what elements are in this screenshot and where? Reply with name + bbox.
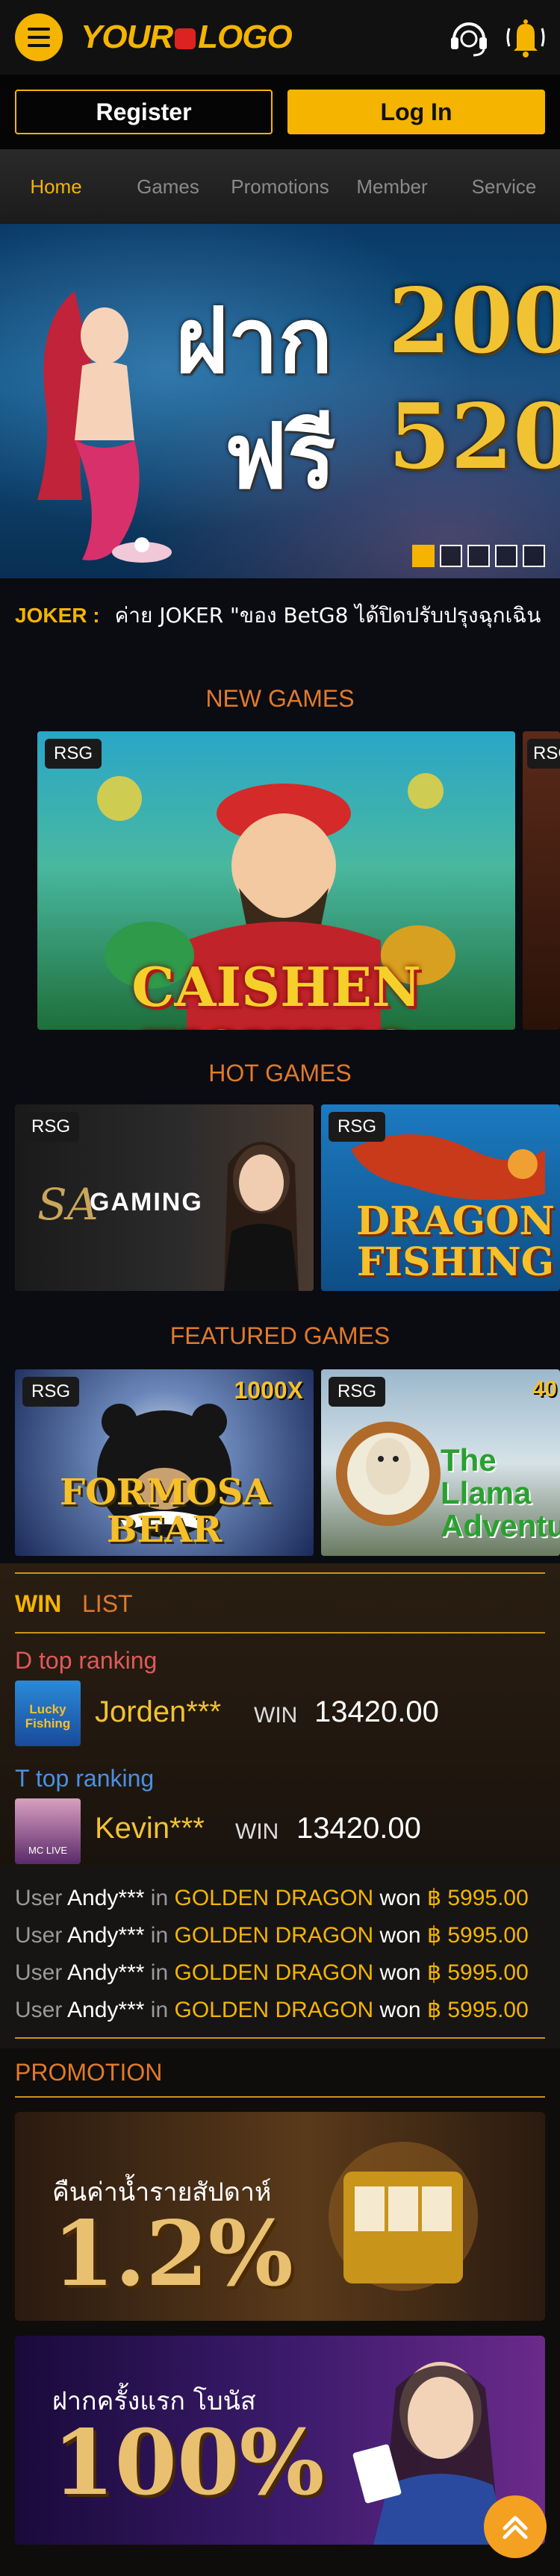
hamburger-menu-icon[interactable]: [15, 13, 63, 61]
nav-games[interactable]: Games: [112, 149, 224, 224]
provider-badge: RSG: [22, 1377, 80, 1407]
login-button[interactable]: Log In: [287, 90, 545, 134]
win-amount: 13420.00: [314, 1695, 439, 1728]
promo-value: 1.2%: [52, 2201, 293, 2307]
nav-home[interactable]: Home: [0, 149, 112, 224]
hot-games-title: HOT GAMES: [208, 1060, 352, 1087]
banner-line2: ฟรี: [224, 404, 336, 509]
header: YOUR LOGO: [0, 0, 560, 75]
promotion-section: PROMOTION คืนค่าน้ำรายสัปดาห์ 1.2% ฝากคร…: [0, 2048, 560, 2576]
bell-icon[interactable]: [502, 13, 550, 61]
game-title: The Llama Adventure: [441, 1442, 560, 1544]
nav-promotions[interactable]: Promotions: [224, 149, 336, 224]
divider: [15, 2096, 545, 2098]
logo[interactable]: YOUR LOGO: [81, 19, 293, 56]
game-tile-caishen-fishing[interactable]: RSG CAISHEN FISHING: [37, 731, 515, 1030]
provider-badge: RSG: [329, 1377, 386, 1407]
winner-name: Kevin***: [95, 1812, 205, 1845]
auth-bar: Register Log In: [0, 75, 560, 149]
win-list-panel: WIN LIST D top ranking Lucky Fishing Jor…: [0, 1563, 560, 1866]
multiplier-label: 40: [532, 1377, 557, 1401]
promo-value: 100%: [52, 2410, 325, 2516]
tab-win[interactable]: WIN: [15, 1590, 61, 1618]
mermaid-illustration: [37, 291, 172, 563]
dice-icon: [175, 28, 196, 49]
game-tile-dragon-fishing[interactable]: RSG DRAGON FISHING: [321, 1104, 560, 1291]
game-tile-sa-gaming[interactable]: RSG SA GAMING: [15, 1104, 314, 1291]
logo-text-right: LOGO: [198, 19, 293, 55]
promo-banner-first-deposit[interactable]: ฝากครั้งแรก โบนัส 100%: [15, 2336, 545, 2545]
logo-text-left: YOUR: [81, 19, 173, 55]
game-tile-next[interactable]: RSG: [523, 731, 560, 1030]
nav-service[interactable]: Service: [448, 149, 560, 224]
divider: [15, 2037, 545, 2039]
tab-list[interactable]: LIST: [82, 1590, 133, 1618]
divider: [15, 1632, 545, 1634]
main-nav: Home Games Promotions Member Service: [0, 149, 560, 224]
mc-live-thumbnail[interactable]: MC LIVE: [15, 1798, 81, 1864]
banner-line2-number: 520: [388, 384, 560, 490]
hero-banner[interactable]: ฝาก 200 ฟรี 520: [0, 224, 560, 578]
provider-badge: RSG: [527, 739, 560, 769]
thumb-label: MC LIVE: [28, 1845, 67, 1856]
marquee-label: JOKER :: [15, 604, 100, 627]
provider-badge: RSG: [45, 739, 102, 769]
promotion-title: PROMOTION: [15, 2059, 163, 2086]
win-label: WIN: [254, 1703, 298, 1728]
new-games-title: NEW GAMES: [205, 685, 355, 712]
game-tile-formosa-bear[interactable]: RSG 1000X FORMOSA BEAR: [15, 1369, 314, 1556]
game-title: CAISHEN FISHING: [131, 955, 421, 1030]
multiplier-label: 1000X: [234, 1377, 303, 1404]
divider: [15, 1572, 545, 1574]
win-label: WIN: [235, 1819, 279, 1844]
recent-wins-feed: User Andy*** in GOLDEN DRAGON won ฿ 5995…: [0, 1866, 560, 2048]
featured-games-title: FEATURED GAMES: [169, 1322, 391, 1349]
win-amount: 13420.00: [296, 1812, 421, 1845]
d-ranking-heading: D top ranking: [15, 1647, 158, 1674]
feed-row: User Andy*** in GOLDEN DRAGON won ฿ 5995…: [15, 1886, 529, 1910]
t-ranking-heading: T top ranking: [15, 1765, 155, 1792]
game-tile-llama-adventure[interactable]: RSG 40 The Llama Adventure: [321, 1369, 560, 1556]
feed-row: User Andy*** in GOLDEN DRAGON won ฿ 5995…: [15, 1998, 529, 2022]
lucky-fishing-thumbnail[interactable]: Lucky Fishing: [15, 1681, 81, 1746]
feed-row: User Andy*** in GOLDEN DRAGON won ฿ 5995…: [15, 1923, 529, 1948]
carousel-dot[interactable]: [412, 545, 435, 567]
feed-row: User Andy*** in GOLDEN DRAGON won ฿ 5995…: [15, 1960, 529, 1985]
provider-badge: RSG: [22, 1112, 80, 1142]
headset-icon[interactable]: [447, 16, 491, 58]
announcement-marquee: JOKER : ค่าย JOKER "ของ BetG8 ได้ปิดปรับ…: [0, 578, 560, 653]
game-title: FORMOSA BEAR: [60, 1472, 271, 1551]
carousel-dot[interactable]: [523, 545, 545, 567]
carousel-dot[interactable]: [440, 545, 462, 567]
carousel-dot[interactable]: [495, 545, 517, 567]
banner-line1-number: 200: [388, 269, 560, 374]
carousel-dots: [412, 545, 545, 567]
nav-member[interactable]: Member: [336, 149, 448, 224]
game-title: DRAGON FISHING: [356, 1198, 555, 1285]
game-title: GAMING: [90, 1188, 203, 1216]
provider-badge: RSG: [329, 1112, 386, 1142]
chevron-up-icon[interactable]: [484, 2495, 547, 2558]
carousel-dot[interactable]: [467, 545, 490, 567]
promo-banner-cashback[interactable]: คืนค่าน้ำรายสัปดาห์ 1.2%: [15, 2112, 545, 2321]
register-button[interactable]: Register: [15, 90, 273, 134]
winner-name: Jorden***: [95, 1695, 222, 1728]
thumb-label: Lucky Fishing: [25, 1702, 71, 1731]
marquee-text: ค่าย JOKER "ของ BetG8 ได้ปิดปรับปรุงฉุกเ…: [114, 603, 541, 628]
